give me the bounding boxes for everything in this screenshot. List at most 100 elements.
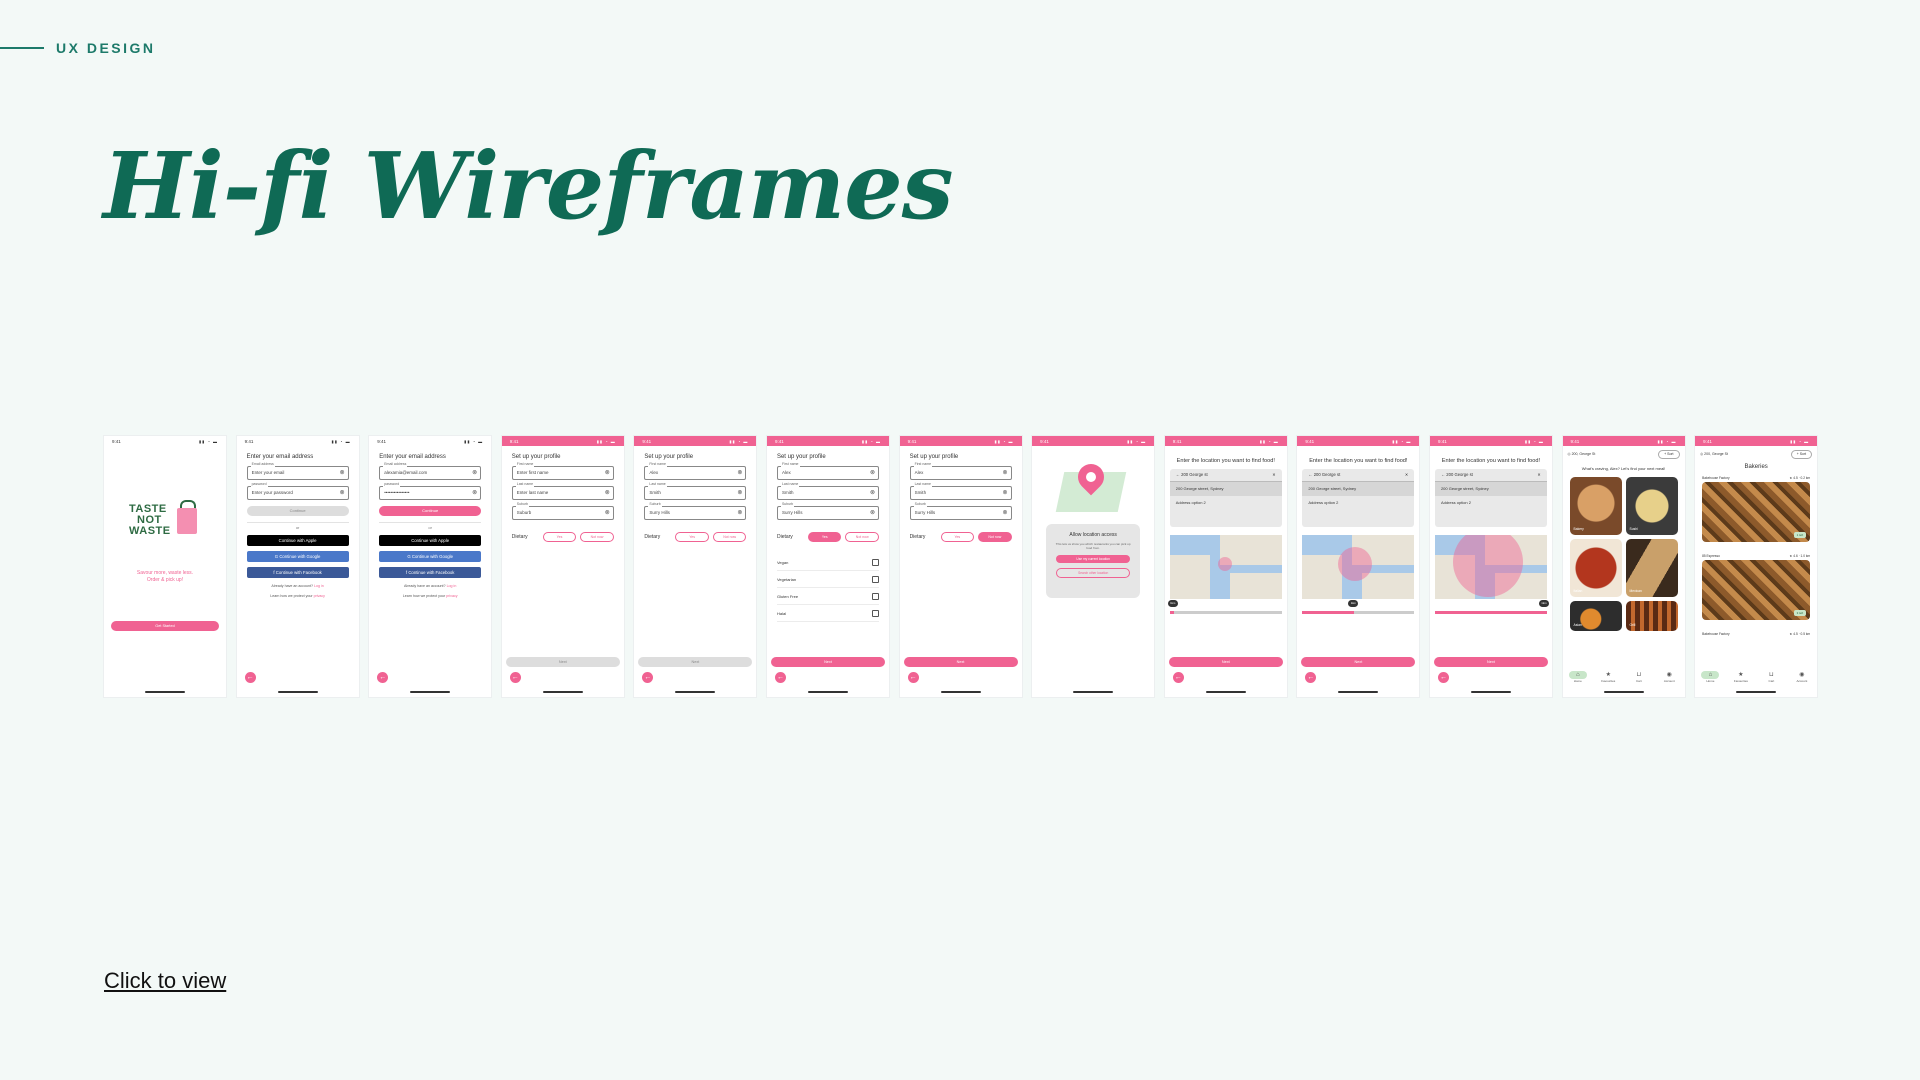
continue-button[interactable]: Continue: [379, 506, 482, 516]
wireframe-profile-empty[interactable]: 9:41 ▮▮ ◔ ▬ Set up your profile First nam…: [501, 436, 624, 697]
radius-slider[interactable]: 1km: [1434, 600, 1549, 614]
clear-icon[interactable]: ⊗: [472, 467, 477, 479]
checkbox[interactable]: [871, 592, 879, 600]
back-arrow-icon[interactable]: ←: [1441, 472, 1445, 477]
dietary-not-now-button[interactable]: Not now: [580, 532, 614, 542]
next-button[interactable]: Next: [770, 657, 885, 667]
clear-icon[interactable]: ⊗: [737, 487, 742, 499]
first-name-field[interactable]: First name Alex ⊗: [909, 462, 1012, 480]
continue-google-button[interactable]: G Continue with Google: [246, 551, 349, 562]
wireframe-location-access[interactable]: 9:41 ▮▮ ◔ ▬ Allow location access This le…: [1032, 436, 1155, 697]
first-name-field[interactable]: First name Alex ⊗: [644, 462, 747, 480]
store-card[interactable]: Bakehouse Factory ★ 4.5 · 0.2 km 1 left: [1702, 476, 1811, 542]
search-bar[interactable]: ← 200 George st ✕: [1302, 469, 1415, 482]
login-link[interactable]: Log in: [314, 584, 324, 588]
last-name-field[interactable]: Last name Enter last name ⊗: [511, 482, 614, 500]
next-button[interactable]: Next: [638, 657, 753, 667]
clear-icon[interactable]: ⊗: [472, 487, 477, 499]
nav-account[interactable]: ◉ Account: [1793, 671, 1811, 685]
back-arrow-icon[interactable]: ←: [509, 672, 521, 683]
continue-facebook-button[interactable]: f Continue with Facebook: [379, 567, 482, 578]
clear-icon[interactable]: ⊗: [605, 507, 610, 519]
category-tile[interactable]: Grill: [1625, 601, 1678, 631]
address-option[interactable]: 200 George street, Sydney: [1169, 482, 1282, 496]
nav-account[interactable]: ◉ Account: [1660, 671, 1678, 685]
slider-knob[interactable]: 1km: [1167, 600, 1178, 607]
continue-google-button[interactable]: G Continue with Google: [379, 551, 482, 562]
wireframe-profile-filled[interactable]: 9:41 ▮▮ ◔ ▬ Set up your profile First nam…: [634, 436, 757, 697]
use-current-location-button[interactable]: Use my current location: [1056, 555, 1131, 563]
category-tile[interactable]: Sushi: [1625, 477, 1678, 535]
checkbox[interactable]: [871, 609, 879, 617]
radius-slider[interactable]: 1km: [1167, 600, 1282, 614]
next-button[interactable]: Next: [1301, 657, 1416, 667]
clear-icon[interactable]: ⊗: [870, 467, 875, 479]
back-arrow-icon[interactable]: ←: [1437, 672, 1449, 683]
dietary-yes-button[interactable]: Yes: [940, 532, 975, 542]
close-icon[interactable]: ✕: [1537, 469, 1541, 481]
category-tile[interactable]: Asian: [1569, 601, 1622, 631]
last-name-field[interactable]: Last name Smith ⊗: [909, 482, 1012, 500]
continue-facebook-button[interactable]: f Continue with Facebook: [246, 567, 349, 578]
category-tile[interactable]: Bakery: [1569, 477, 1622, 535]
back-arrow-icon[interactable]: ←: [1176, 472, 1180, 477]
wireframe-find-location-3[interactable]: 9:41 ▮▮ ◔ ▬ Enter the location you want t…: [1429, 436, 1552, 697]
nav-favourites[interactable]: ★ Favourites: [1599, 671, 1617, 685]
email-field[interactable]: Email address Enter your email ⊗: [246, 462, 349, 480]
continue-apple-button[interactable]: Continue with Apple: [246, 535, 349, 546]
wireframe-find-location-1[interactable]: 9:41 ▮▮ ◔ ▬ Enter the location you want t…: [1164, 436, 1287, 697]
dietary-yes-button[interactable]: Yes: [542, 532, 577, 542]
clear-icon[interactable]: ⊗: [1003, 507, 1008, 519]
suburb-field[interactable]: Suburb Surry Hills ⊗: [776, 502, 879, 520]
click-to-view-link[interactable]: Click to view: [104, 968, 226, 994]
address-option[interactable]: Address option 2: [1170, 496, 1282, 510]
dietary-yes-button[interactable]: Yes: [675, 532, 709, 542]
clear-icon[interactable]: ⊗: [340, 487, 345, 499]
map-view[interactable]: [1169, 535, 1282, 599]
category-tile[interactable]: Italian: [1569, 539, 1622, 597]
privacy-link[interactable]: privacy: [314, 594, 325, 598]
clear-icon[interactable]: ⊗: [1003, 487, 1008, 499]
last-name-field[interactable]: Last name Smith ⊗: [644, 482, 747, 500]
clear-icon[interactable]: ⊗: [605, 467, 610, 479]
checkbox[interactable]: [871, 558, 879, 566]
wireframe-profile-dietary[interactable]: 9:41 ▮▮ ◔ ▬ Set up your profile First nam…: [766, 436, 889, 697]
store-card[interactable]: Bakehouse Factory ★ 4.5 · 0.5 km: [1702, 632, 1810, 636]
sort-chip[interactable]: + Sort: [1790, 449, 1813, 459]
slider-knob[interactable]: 1km: [1348, 600, 1359, 607]
suburb-field[interactable]: Suburb Surry Hills ⊗: [644, 502, 747, 520]
clear-icon[interactable]: ⊗: [737, 467, 742, 479]
wireframe-profile-not-now[interactable]: 9:41 ▮▮ ◔ ▬ Set up your profile First nam…: [899, 436, 1022, 697]
next-button[interactable]: Next: [505, 657, 620, 667]
wireframe-splash[interactable]: 9:41 ▮▮ ◔ ▬ TASTE NOT WASTE Savour more, …: [104, 436, 226, 697]
radius-slider[interactable]: 1km: [1302, 600, 1415, 614]
slider-knob[interactable]: 1km: [1538, 600, 1549, 607]
map-view[interactable]: [1302, 535, 1415, 599]
address-option[interactable]: 200 George street, Sydney: [1434, 482, 1547, 496]
suburb-field[interactable]: Suburb Surry Hills ⊗: [909, 502, 1012, 520]
address-search[interactable]: ← 200 George st ✕ 200 George street, Sydn…: [1434, 469, 1547, 527]
sort-chip[interactable]: + Sort: [1658, 449, 1680, 459]
first-name-field[interactable]: First name Alex ⊗: [776, 462, 879, 480]
suburb-field[interactable]: Suburb Suburb ⊗: [511, 502, 614, 520]
dietary-yes-button[interactable]: Yes: [807, 532, 842, 542]
wireframe-home[interactable]: 9:41 ▮▮ ◔ ▬ ◎ 200, George St + Sort What's…: [1562, 436, 1685, 697]
checkbox[interactable]: [871, 575, 879, 583]
back-arrow-icon[interactable]: ←: [1308, 472, 1312, 477]
back-arrow-icon[interactable]: ←: [377, 672, 389, 683]
last-name-field[interactable]: Last name Smith ⊗: [776, 482, 879, 500]
clear-icon[interactable]: ⊗: [870, 507, 875, 519]
category-tile[interactable]: Mexican: [1625, 539, 1678, 597]
login-link[interactable]: Log in: [447, 584, 457, 588]
search-bar[interactable]: ← 200 George st ✕: [1169, 469, 1282, 482]
next-button[interactable]: Next: [1168, 657, 1283, 667]
clear-icon[interactable]: ⊗: [340, 467, 345, 479]
close-icon[interactable]: ✕: [1405, 469, 1409, 481]
dietary-option[interactable]: Vegan: [776, 554, 879, 571]
password-field[interactable]: password Enter your password ⊗: [246, 482, 349, 500]
store-card[interactable]: 85 Espresso ★ 4.6 · 1.0 km 3 left: [1702, 554, 1811, 620]
address-search[interactable]: ← 200 George st ✕ 200 George street, Sydn…: [1302, 469, 1415, 527]
get-started-button[interactable]: Get Started: [111, 621, 219, 631]
wireframe-bakeries[interactable]: 9:41 ▮▮ ◔ ▬ ◎ 200, George St + Sort Bakeri…: [1695, 436, 1818, 697]
nav-home[interactable]: ⌂ Home: [1568, 671, 1587, 685]
